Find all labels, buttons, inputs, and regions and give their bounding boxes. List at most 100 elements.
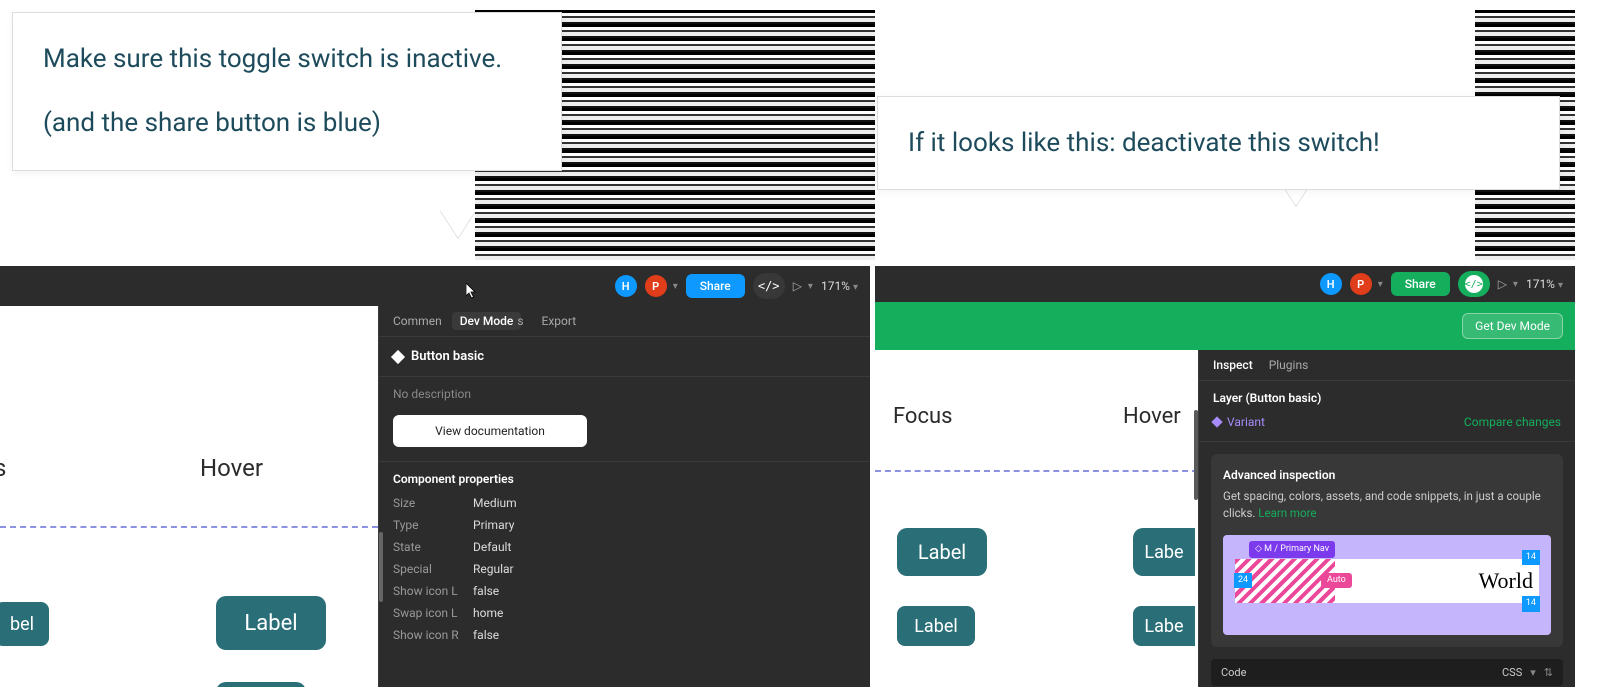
avatar-caret-icon[interactable]: ▾ <box>673 281 678 292</box>
preview-num-24: 24 <box>1234 573 1252 589</box>
label-button-cut[interactable]: bel <box>0 602 49 646</box>
advanced-inspection-box: Advanced inspection Get spacing, colors,… <box>1211 454 1563 647</box>
figma-window-left: H P ▾ Share </> ▷ ▾ 171% ▾ s Hover bel L… <box>0 266 870 687</box>
callout-right-text: If it looks like this: deactivate this s… <box>908 123 1529 163</box>
play-caret-icon[interactable]: ▾ <box>1513 279 1518 290</box>
scrollbar-thumb-right[interactable] <box>1194 410 1198 500</box>
state-hover: Hover <box>200 454 263 482</box>
prop-key: Show icon R <box>393 628 473 642</box>
toolbar-right: H P ▾ Share </> ▷ ▾ 171% ▾ <box>875 266 1575 302</box>
devmode-toggle-inactive[interactable]: </> <box>753 273 785 299</box>
tab-inspect[interactable]: Inspect <box>1213 358 1253 372</box>
compare-changes-link[interactable]: Compare changes <box>1464 415 1561 429</box>
callout-left-tail <box>440 210 476 238</box>
zoom-level[interactable]: 171% ▾ <box>821 279 858 293</box>
devmode-banner: Get Dev Mode <box>875 302 1575 350</box>
code-bar: Code CSS ▾ ⇅ <box>1211 659 1563 686</box>
tab-devmode[interactable]: Dev Mode <box>452 312 522 330</box>
tab-frag: s <box>517 314 523 328</box>
state-focus: Focus <box>893 404 952 429</box>
code-label: Code <box>1221 666 1246 679</box>
avatar-h[interactable]: H <box>1320 273 1342 295</box>
zoom-caret-icon: ▾ <box>1558 280 1563 291</box>
label-button[interactable]: Label <box>216 596 326 650</box>
layer-title: Layer (Button basic) <box>1199 381 1575 409</box>
callout-left: Make sure this toggle switch is inactive… <box>12 12 562 171</box>
prop-key: Special <box>393 562 473 576</box>
dashed-divider <box>875 470 1198 472</box>
prop-val: false <box>473 628 499 642</box>
prop-key: Type <box>393 518 473 532</box>
code-icon: </> <box>1465 275 1483 293</box>
label-button-2[interactable]: Label <box>216 682 306 687</box>
prop-key: State <box>393 540 473 554</box>
preview-world-text: World <box>1479 564 1539 597</box>
prop-key: Show icon L <box>393 584 473 598</box>
callout-right: If it looks like this: deactivate this s… <box>877 96 1560 190</box>
prop-row: Show icon Rfalse <box>379 624 870 646</box>
mouse-cursor <box>466 283 478 299</box>
prop-row: Show icon Lfalse <box>379 580 870 602</box>
avatar-h[interactable]: H <box>615 275 637 297</box>
label-button-hover-2[interactable]: Labe <box>1133 606 1195 646</box>
variant-text: Variant <box>1227 415 1265 429</box>
prop-val: Regular <box>473 562 514 576</box>
no-description: No description <box>379 377 870 409</box>
learn-more-link[interactable]: Learn more <box>1258 506 1316 520</box>
inspector-panel-left: Commen Dev Mode s Export Button basic No… <box>378 306 870 687</box>
label-button-hover-cut[interactable]: Labe <box>1133 528 1195 576</box>
adv-title: Advanced inspection <box>1223 466 1551 484</box>
preview-num-14-top: 14 <box>1522 550 1540 566</box>
variant-row: Variant Compare changes <box>1199 409 1575 442</box>
prop-row: Swap icon Lhome <box>379 602 870 624</box>
figma-window-right: H P ▾ Share </> ▷ ▾ 171% ▾ Get Dev Mode … <box>875 266 1575 687</box>
play-icon[interactable]: ▷ <box>1498 277 1507 291</box>
tab-export[interactable]: Export <box>542 314 577 328</box>
scrollbar-thumb[interactable] <box>379 532 383 602</box>
code-lang[interactable]: CSS <box>1502 666 1522 679</box>
canvas-right[interactable]: Focus Hover Label Labe Label Labe <box>875 350 1198 687</box>
properties-title: Component properties <box>379 461 870 492</box>
view-documentation-button[interactable]: View documentation <box>393 415 587 447</box>
zoom-caret-icon: ▾ <box>853 282 858 293</box>
tab-comments[interactable]: Commen <box>393 314 442 328</box>
share-button[interactable]: Share <box>686 274 745 298</box>
preview-num-14-bottom: 14 <box>1522 596 1540 612</box>
state-cutoff: s <box>0 454 6 482</box>
play-icon[interactable]: ▷ <box>793 279 802 293</box>
code-settings-icon[interactable]: ⇅ <box>1544 666 1553 679</box>
play-caret-icon[interactable]: ▾ <box>808 281 813 292</box>
avatar-p[interactable]: P <box>645 275 667 297</box>
variant-label: Variant <box>1213 415 1265 429</box>
properties-list: SizeMedium TypePrimary StateDefault Spec… <box>379 492 870 646</box>
avatar-caret-icon[interactable]: ▾ <box>1378 279 1383 290</box>
toolbar-left: H P ▾ Share </> ▷ ▾ 171% ▾ <box>0 266 870 306</box>
devmode-toggle-active[interactable]: </> <box>1458 271 1490 297</box>
state-hover: Hover <box>1123 404 1181 429</box>
prop-val: home <box>473 606 503 620</box>
get-dev-mode-button[interactable]: Get Dev Mode <box>1462 313 1563 339</box>
callout-left-line1: Make sure this toggle switch is inactive… <box>43 39 531 79</box>
canvas-left[interactable]: s Hover bel Label Label <box>0 306 378 687</box>
inspector-tabs: Inspect Plugins <box>1199 350 1575 381</box>
label-button-focus-1[interactable]: Label <box>897 528 987 576</box>
preview-chip: ◇ M / Primary Nav <box>1249 541 1335 559</box>
tab-plugins[interactable]: Plugins <box>1269 358 1309 372</box>
share-button-green[interactable]: Share <box>1391 272 1450 296</box>
component-name: Button basic <box>411 349 484 364</box>
prop-row: SpecialRegular <box>379 558 870 580</box>
avatar-p[interactable]: P <box>1350 273 1372 295</box>
component-diamond-icon <box>391 349 405 363</box>
code-caret-icon[interactable]: ▾ <box>1530 666 1536 679</box>
preview-frame: 24 Auto World 14 14 <box>1235 559 1539 603</box>
preview-auto-badge: Auto <box>1321 573 1352 589</box>
label-button-focus-2[interactable]: Label <box>897 606 975 646</box>
variant-diamond-icon <box>1211 416 1222 427</box>
prop-val: Primary <box>473 518 514 532</box>
prop-val: false <box>473 584 499 598</box>
prop-val: Default <box>473 540 511 554</box>
callout-left-line2: (and the share button is blue) <box>43 103 531 143</box>
zoom-level[interactable]: 171% ▾ <box>1526 277 1563 291</box>
dashed-divider <box>0 526 378 528</box>
code-icon: </> <box>758 279 780 293</box>
